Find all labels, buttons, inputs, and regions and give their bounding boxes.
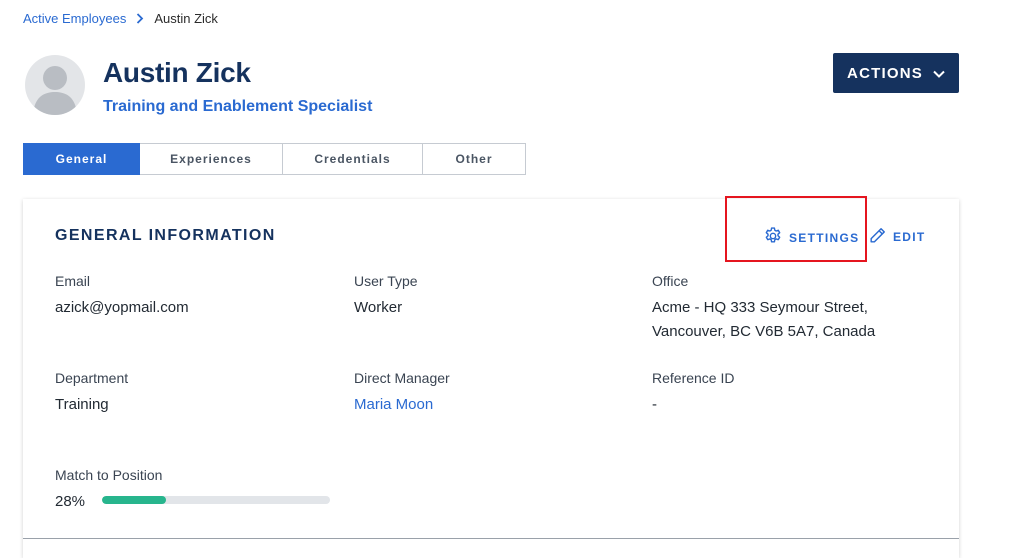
actions-button-label: ACTIONS	[847, 64, 923, 82]
office-label: Office	[652, 273, 689, 289]
department-value: Training	[55, 396, 109, 413]
direct-manager-label: Direct Manager	[354, 370, 450, 386]
profile-header: Austin Zick Training and Enablement Spec…	[23, 53, 959, 121]
email-label: Email	[55, 273, 91, 289]
user-type-value: Worker	[354, 299, 403, 316]
edit-button[interactable]: EDIT	[868, 226, 926, 248]
reference-id-value: -	[652, 396, 657, 413]
match-to-position-label: Match to Position	[55, 467, 163, 483]
office-address-line-1: Acme - HQ 333 Seymour Street,	[652, 299, 868, 316]
section-heading: GENERAL INFORMATION	[55, 227, 276, 244]
breadcrumb: Active Employees Austin Zick	[23, 11, 218, 26]
gear-icon	[763, 226, 783, 249]
tab-credentials[interactable]: Credentials	[283, 143, 423, 175]
settings-button-label: SETTINGS	[789, 230, 860, 245]
match-percent-text: 28%	[55, 493, 86, 510]
match-progress-fill	[102, 496, 166, 504]
breadcrumb-current: Austin Zick	[154, 11, 218, 26]
reference-id-label: Reference ID	[652, 370, 735, 386]
office-value: Acme - HQ 333 Seymour Street, Vancouver,…	[652, 296, 875, 344]
settings-button[interactable]: SETTINGS	[763, 226, 859, 249]
divider	[23, 538, 959, 539]
department-label: Department	[55, 370, 129, 386]
employee-title: Training and Enablement Specialist	[103, 98, 373, 115]
pencil-icon	[868, 226, 887, 248]
email-value: azick@yopmail.com	[55, 299, 189, 316]
tab-experiences[interactable]: Experiences	[140, 143, 283, 175]
profile-tabs: General Experiences Credentials Other	[23, 143, 526, 175]
match-progress-bar	[102, 496, 330, 504]
general-information-card: GENERAL INFORMATION SETTINGS EDIT Email …	[23, 196, 959, 558]
breadcrumb-link-active-employees[interactable]: Active Employees	[23, 11, 126, 26]
edit-button-label: EDIT	[893, 230, 926, 244]
direct-manager-link[interactable]: Maria Moon	[354, 393, 433, 417]
avatar	[25, 55, 85, 115]
tab-general[interactable]: General	[23, 143, 140, 175]
user-type-label: User Type	[354, 273, 418, 289]
tab-other[interactable]: Other	[423, 143, 526, 175]
employee-name: Austin Zick	[103, 57, 251, 88]
chevron-down-icon	[933, 65, 945, 82]
user-silhouette-icon	[33, 66, 77, 115]
actions-button[interactable]: ACTIONS	[833, 53, 959, 93]
office-address-line-2: Vancouver, BC V6B 5A7, Canada	[652, 323, 876, 340]
chevron-right-icon	[136, 13, 144, 24]
